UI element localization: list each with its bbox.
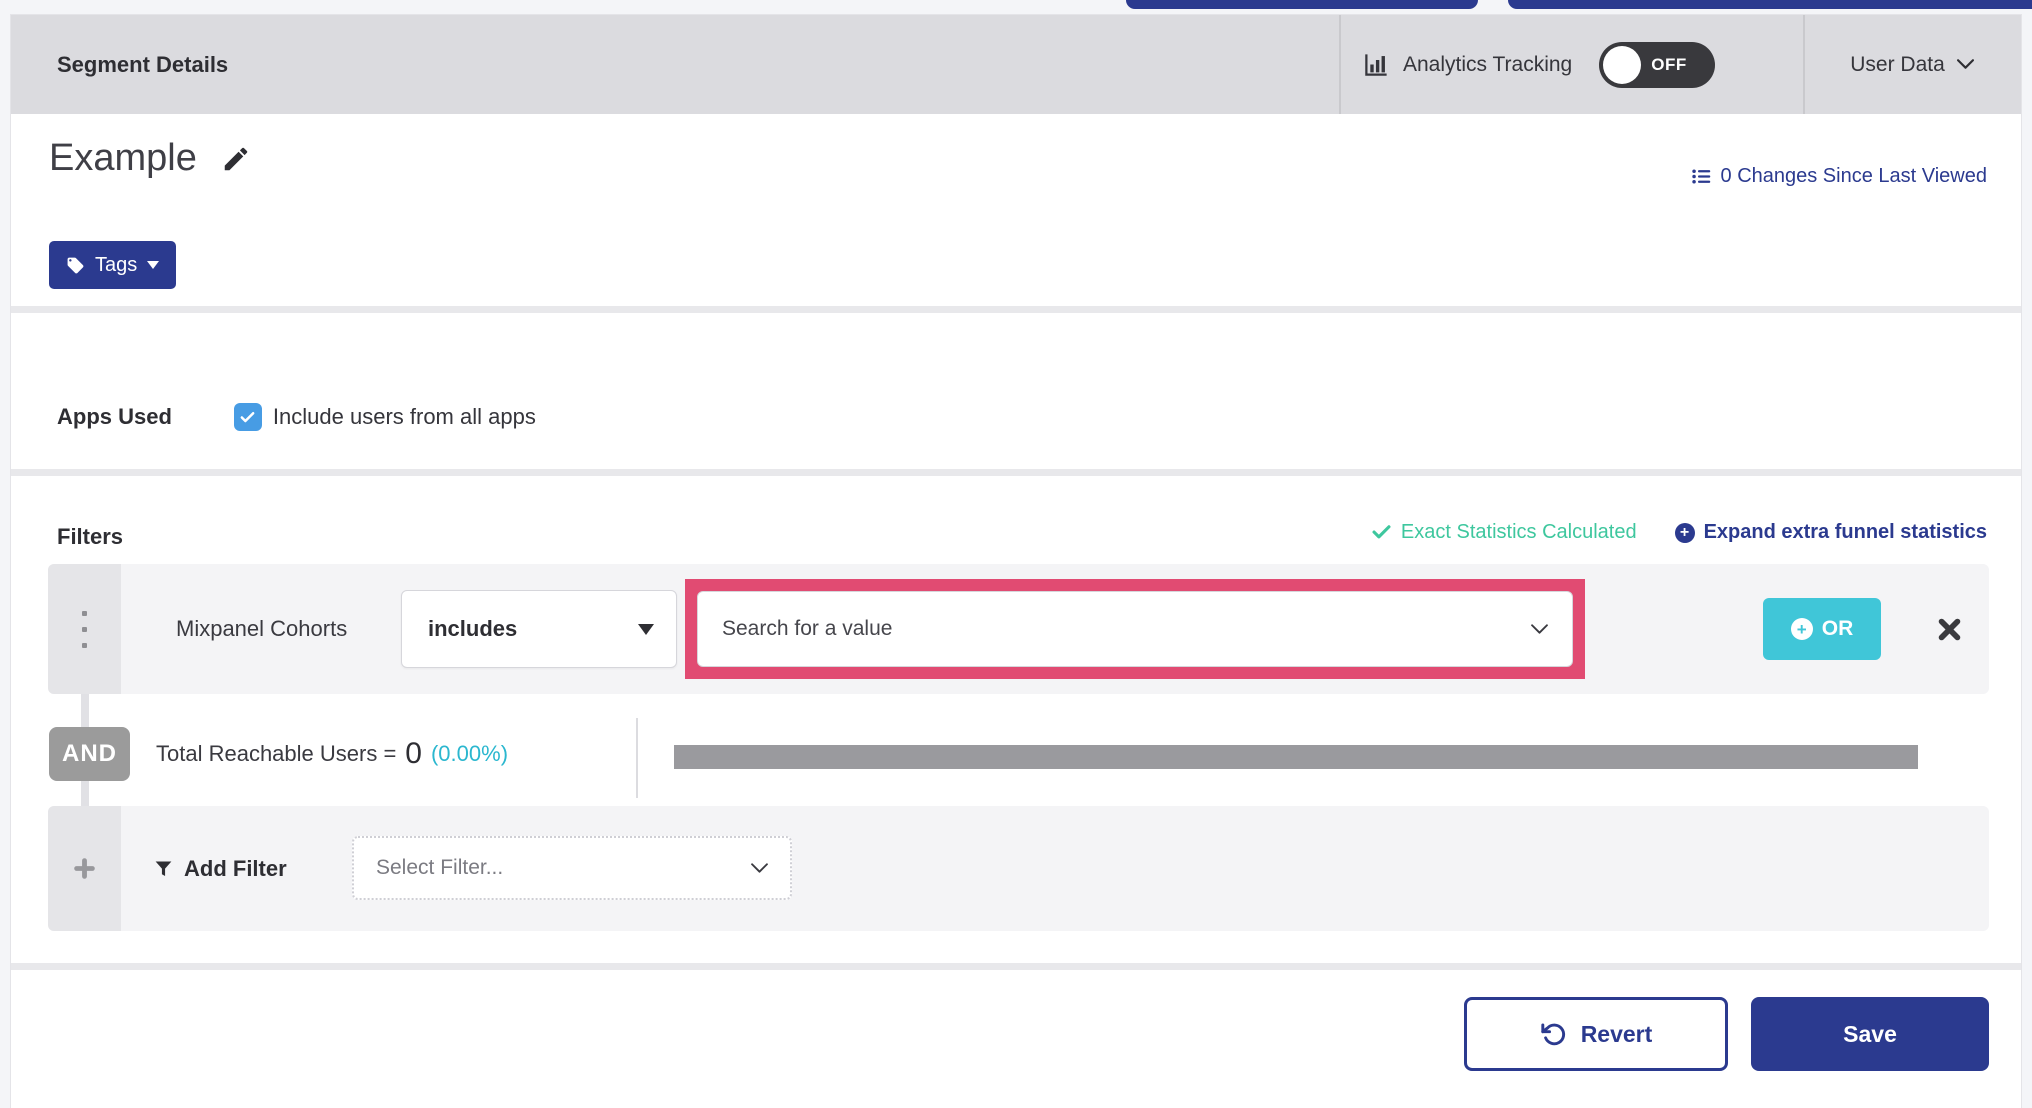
drag-dot-icon — [82, 642, 87, 648]
caret-down-icon — [147, 261, 160, 269]
analytics-tracking-toggle[interactable]: OFF — [1599, 41, 1716, 88]
filters-heading: Filters — [57, 524, 124, 549]
filter-row: Mixpanel Cohorts includes Search for a v… — [48, 564, 1989, 694]
tag-icon — [67, 257, 84, 273]
exact-statistics-label: Exact Statistics Calculated — [1400, 521, 1637, 543]
edit-name-pencil-icon[interactable] — [221, 144, 251, 174]
filter-value-placeholder: Search for a value — [722, 617, 893, 640]
top-nav-button-right[interactable] — [1508, 0, 2032, 9]
user-data-label: User Data — [1850, 52, 1945, 76]
filter-value-select[interactable]: Search for a value — [697, 591, 1573, 667]
add-filter-label-group: Add Filter — [153, 806, 287, 931]
funnel-icon — [155, 861, 172, 876]
analytics-tracking-label: Analytics Tracking — [1403, 52, 1573, 76]
apps-used-row: Apps Used Include users from all apps — [57, 403, 536, 431]
card-header: Segment Details Analytics Tracking OFF U… — [11, 15, 2021, 114]
revert-button[interactable]: Revert — [1464, 997, 1728, 1071]
apps-used-label: Apps Used — [57, 404, 172, 429]
chevron-down-icon — [751, 862, 768, 873]
total-reachable-value: 0 — [405, 737, 422, 770]
filter-value-highlight: Search for a value — [685, 579, 1585, 679]
filter-operator-dropdown[interactable]: includes — [401, 590, 677, 668]
and-connector-badge: AND — [49, 727, 130, 781]
toggle-state-label: OFF — [1651, 54, 1687, 74]
drag-dot-icon — [82, 626, 87, 632]
analytics-tracking-control: Analytics Tracking OFF — [1363, 15, 1716, 114]
revert-button-label: Revert — [1580, 1020, 1653, 1047]
page-title: Segment Details — [57, 51, 229, 77]
save-button-label: Save — [1843, 1020, 1897, 1047]
plus-circle-icon: + — [1674, 522, 1695, 543]
remove-filter-button[interactable] — [1924, 604, 1974, 654]
tags-dropdown-button[interactable]: Tags — [49, 241, 177, 289]
segment-name-row: Example — [49, 137, 251, 180]
section-divider — [11, 963, 2021, 970]
user-data-dropdown[interactable]: User Data — [1803, 15, 2021, 114]
include-all-apps-checkbox[interactable] — [233, 403, 262, 431]
page: Segment Details Analytics Tracking OFF U… — [0, 0, 2032, 1108]
filter-drag-handle[interactable] — [48, 564, 121, 694]
drag-dot-icon — [82, 610, 87, 616]
checkmark-icon — [241, 411, 255, 422]
toggle-knob — [1603, 45, 1642, 84]
changes-list-icon — [1691, 169, 1710, 184]
add-filter-row: Add Filter Select Filter... — [48, 806, 1989, 931]
plus-circle-icon: + — [1790, 618, 1813, 640]
segment-details-card: Segment Details Analytics Tracking OFF U… — [10, 14, 2022, 1108]
header-divider — [1339, 15, 1341, 114]
total-reachable-users: Total Reachable Users = 0 (0.00%) — [156, 716, 508, 792]
totals-divider — [636, 718, 638, 798]
select-filter-dropdown[interactable]: Select Filter... — [352, 836, 792, 900]
filters-status-row: Exact Statistics Calculated + Expand ext… — [1371, 521, 1987, 544]
filter-operator-value: includes — [428, 616, 518, 641]
plus-icon — [74, 858, 95, 879]
check-icon — [1372, 525, 1391, 539]
bar-chart-icon — [1365, 54, 1387, 76]
reachable-users-bar — [674, 745, 1918, 769]
save-button[interactable]: Save — [1751, 997, 1989, 1071]
add-filter-label: Add Filter — [184, 855, 287, 881]
caret-down-icon — [638, 623, 654, 635]
select-filter-placeholder: Select Filter... — [376, 856, 504, 879]
total-reachable-percent: (0.00%) — [430, 741, 509, 766]
include-all-apps-label[interactable]: Include users from all apps — [273, 404, 536, 430]
add-filter-handle[interactable] — [48, 806, 121, 931]
section-divider — [11, 469, 2021, 476]
close-x-icon — [1938, 618, 1960, 640]
tags-button-label: Tags — [95, 253, 138, 276]
changes-link-label: 0 Changes Since Last Viewed — [1720, 165, 1987, 187]
expand-funnel-statistics-link[interactable]: + Expand extra funnel statistics — [1674, 521, 1987, 544]
changes-since-last-viewed-link[interactable]: 0 Changes Since Last Viewed — [1691, 165, 1987, 188]
chevron-down-icon — [1956, 59, 1974, 69]
or-button-label: OR — [1821, 617, 1854, 640]
filter-field-label: Mixpanel Cohorts — [176, 616, 348, 641]
add-or-condition-button[interactable]: + OR — [1763, 598, 1881, 660]
chevron-down-icon — [1531, 623, 1548, 634]
segment-name: Example — [49, 137, 197, 179]
exact-statistics-status: Exact Statistics Calculated — [1371, 521, 1637, 544]
top-nav-button-left[interactable] — [1126, 0, 1478, 9]
total-reachable-label: Total Reachable Users = — [156, 741, 397, 766]
undo-icon — [1541, 1022, 1565, 1045]
section-divider — [11, 306, 2021, 313]
expand-funnel-statistics-label: Expand extra funnel statistics — [1703, 521, 1987, 543]
